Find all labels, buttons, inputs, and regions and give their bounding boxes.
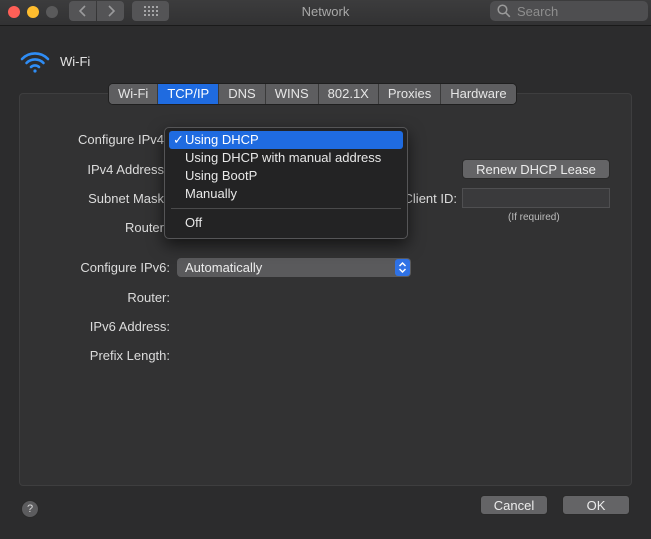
ipv4-router-label: Router [124,220,164,235]
renew-dhcp-lease-button[interactable]: Renew DHCP Lease [462,159,610,179]
search-input[interactable] [515,2,639,20]
ipv4-address-label: IPv4 Address [87,162,164,177]
tab-tcpip[interactable]: TCP/IP [158,84,220,104]
client-id-hint: (If required) [508,212,560,223]
network-service-name: Wi-Fi [60,54,91,69]
prefix-length-label: Prefix Length: [89,348,170,363]
subnet-mask-label: Subnet Mask [88,191,164,206]
tab-proxies[interactable]: Proxies [378,84,442,104]
menu-item-label: Using DHCP with manual address [185,150,382,165]
tab-8021x[interactable]: 802.1X [318,84,379,104]
configure-ipv4-label: Configure IPv4 [78,132,164,147]
tab-wins[interactable]: WINS [265,84,319,104]
menu-item-using-dhcp[interactable]: ✓ Using DHCP [169,131,403,149]
tab-bar: Wi-Fi TCP/IP DNS WINS 802.1X Proxies Har… [108,83,517,105]
checkmark-icon: ✓ [173,132,184,147]
ipv6-router-label: Router: [127,290,170,305]
menu-item-label: Off [185,215,203,230]
menu-item-label: Using BootP [185,168,258,183]
tab-wifi[interactable]: Wi-Fi [109,84,159,104]
menu-item-using-bootp[interactable]: Using BootP [169,167,403,185]
title-bar: Network [0,0,651,26]
menu-item-label: Manually [185,186,238,201]
menu-item-using-dhcp-manual[interactable]: Using DHCP with manual address [169,149,403,167]
menu-item-off[interactable]: Off [169,214,403,232]
configure-ipv6-value: Automatically [185,260,263,275]
help-button[interactable]: ? [21,500,39,518]
search-icon [497,4,511,18]
search-field[interactable] [490,1,648,21]
ok-button[interactable]: OK [562,495,630,515]
dhcp-client-id-field[interactable] [462,188,610,208]
configure-ipv6-popup[interactable]: Automatically [177,258,411,277]
wifi-icon [20,52,50,73]
menu-item-label: Using DHCP [185,132,259,147]
tab-hardware[interactable]: Hardware [441,84,516,104]
ipv6-address-label: IPv6 Address: [89,319,170,334]
configure-ipv6-label: Configure IPv6: [80,260,170,275]
configure-ipv4-menu: ✓ Using DHCP Using DHCP with manual addr… [164,127,408,239]
chevron-updown-icon [395,259,410,276]
menu-item-manually[interactable]: Manually [169,185,403,203]
menu-separator [171,208,401,209]
tab-dns[interactable]: DNS [219,84,266,104]
cancel-button[interactable]: Cancel [480,495,548,515]
